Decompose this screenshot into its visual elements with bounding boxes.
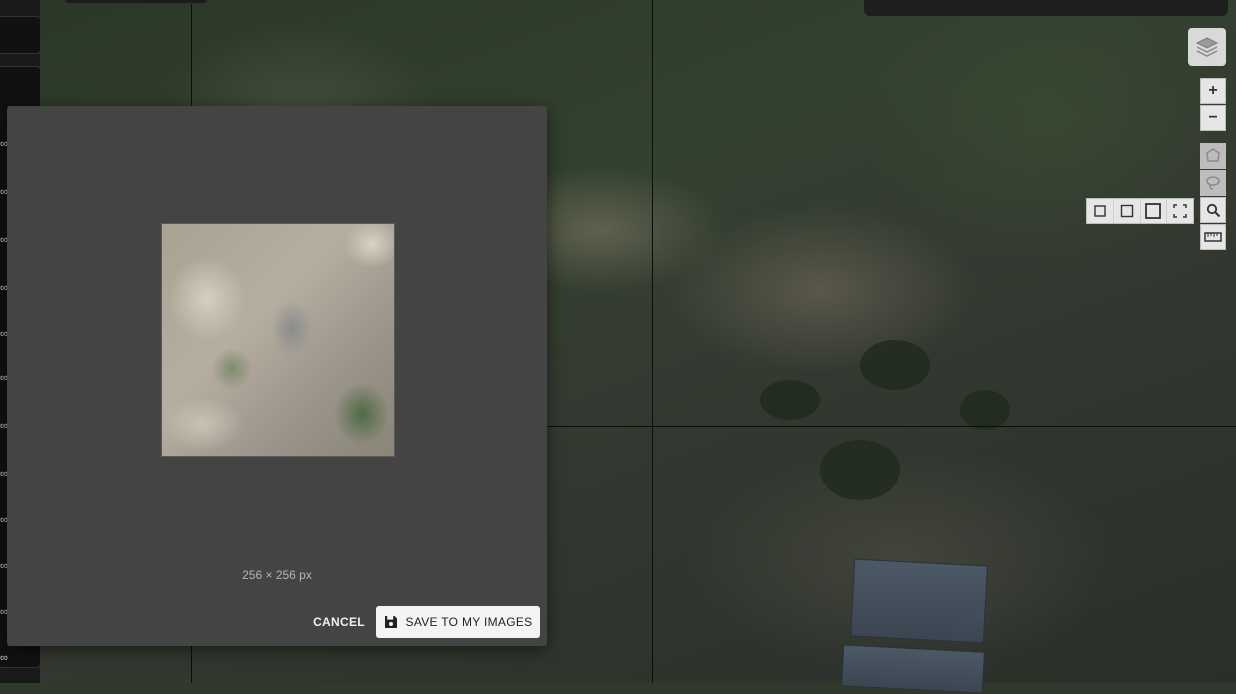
tree [760, 380, 820, 420]
zoom-out-button[interactable]: − [1200, 105, 1226, 131]
lasso-tool-button[interactable] [1200, 170, 1226, 196]
top-tab[interactable] [64, 0, 208, 4]
fullscreen-frame-icon [1173, 204, 1187, 218]
save-to-my-images-button[interactable]: SAVE TO MY IMAGES [376, 606, 540, 638]
save-button-label: SAVE TO MY IMAGES [405, 615, 533, 629]
search-icon [1206, 203, 1220, 217]
square-large-button[interactable] [1141, 199, 1168, 223]
layers-button[interactable] [1188, 28, 1226, 66]
square-small-button[interactable] [1087, 199, 1114, 223]
tree [960, 390, 1010, 430]
search-tool-button[interactable] [1200, 197, 1226, 223]
map-grid-line [652, 0, 653, 683]
cancel-button[interactable]: CANCEL [307, 606, 371, 638]
lasso-icon [1206, 176, 1220, 190]
square-small-icon [1094, 205, 1106, 217]
building-roof [840, 644, 986, 694]
building-roof [850, 558, 988, 644]
panel-box [0, 16, 41, 54]
save-image-dialog: 256 × 256 px CANCEL SAVE TO MY IMAGES [7, 106, 547, 646]
square-large-icon [1145, 203, 1162, 219]
layers-icon [1195, 37, 1219, 57]
fullscreen-frame-button[interactable] [1167, 199, 1193, 223]
square-medium-icon [1120, 204, 1133, 218]
measure-tool-button[interactable] [1200, 224, 1226, 250]
top-toolbar [864, 0, 1228, 16]
image-size-label: 256 × 256 px [242, 568, 312, 582]
tree [860, 340, 930, 390]
tree [820, 440, 900, 500]
aoi-shape-group [1086, 198, 1194, 224]
zoom-in-button[interactable]: + [1200, 78, 1226, 104]
polygon-icon [1206, 148, 1220, 162]
image-preview [161, 223, 395, 457]
floppy-disk-icon [384, 616, 397, 628]
ruler-icon [1204, 232, 1222, 242]
link-icon[interactable]: ∞ [0, 652, 10, 664]
polygon-tool-button[interactable] [1200, 143, 1226, 169]
square-medium-button[interactable] [1114, 199, 1141, 223]
